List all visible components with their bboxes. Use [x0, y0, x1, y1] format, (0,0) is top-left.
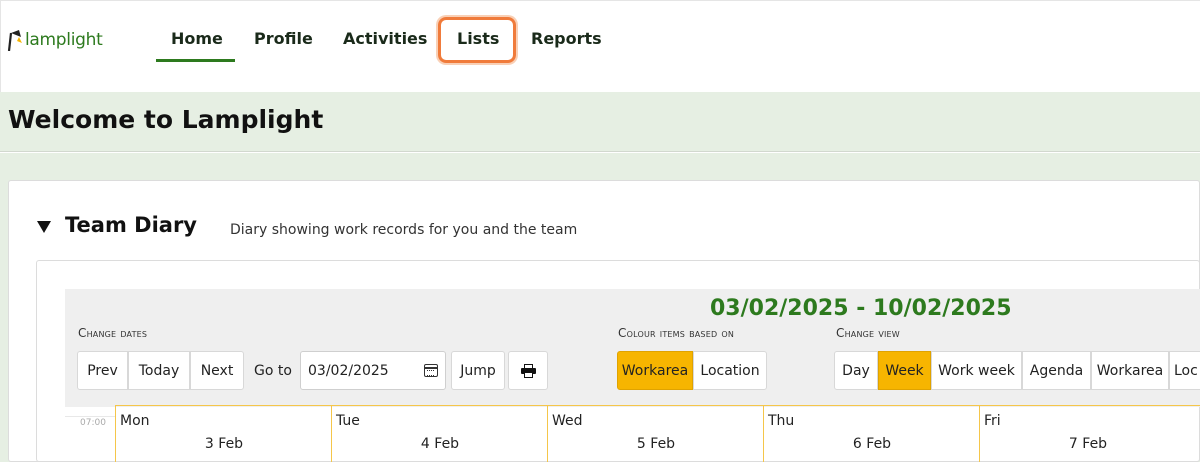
nav-item-profile[interactable]: Profile [254, 29, 313, 48]
lamp-icon [7, 30, 22, 51]
nav-item-activities[interactable]: Activities [343, 29, 427, 48]
diary-subtitle: Diary showing work records for you and t… [230, 222, 578, 238]
colour-by-workarea-button[interactable]: Workarea [617, 351, 693, 390]
today-button[interactable]: Today [128, 351, 190, 390]
view-week-button[interactable]: Week [878, 351, 931, 390]
lamplight-logo[interactable]: lamplight [7, 27, 103, 53]
next-button[interactable]: Next [190, 351, 244, 390]
calendar-icon[interactable] [424, 364, 438, 377]
day-date: 4 Feb [420, 436, 460, 452]
top-bar: lamplight Home Profile Activities Lists … [0, 0, 1200, 92]
collapse-triangle-icon[interactable] [37, 221, 51, 233]
page-title: Welcome to Lamplight [8, 105, 324, 134]
time-gutter-line [65, 416, 115, 417]
jump-button[interactable]: Jump [451, 351, 505, 390]
day-date: 6 Feb [852, 436, 892, 452]
day-column-thu[interactable]: Thu 6 Feb [763, 405, 979, 462]
colour-by-location-button[interactable]: Location [693, 351, 767, 390]
nav-item-home[interactable]: Home [171, 29, 223, 48]
view-work-week-button[interactable]: Work week [931, 351, 1022, 390]
prev-button[interactable]: Prev [77, 351, 128, 390]
day-name: Wed [552, 413, 583, 429]
diary-title: Team Diary [65, 213, 197, 237]
active-nav-underline [156, 59, 235, 62]
date-range: 03/02/2025 - 10/02/2025 [710, 296, 1012, 321]
view-workarea-button[interactable]: Workarea [1091, 351, 1169, 390]
day-date: 7 Feb [1068, 436, 1108, 452]
day-name: Thu [768, 413, 795, 429]
welcome-band: Welcome to Lamplight [0, 92, 1200, 152]
change-view-label: Change view [836, 326, 900, 340]
logo-text: lamplight [25, 30, 103, 50]
goto-label: Go to [254, 363, 292, 379]
day-column-wed[interactable]: Wed 5 Feb [547, 405, 763, 462]
print-button[interactable] [508, 351, 548, 390]
day-name: Tue [336, 413, 360, 429]
day-column-fri[interactable]: Fri 7 Feb [979, 405, 1195, 462]
colour-items-label: Colour items based on [618, 326, 735, 340]
day-column-tue[interactable]: Tue 4 Feb [331, 405, 547, 462]
view-day-button[interactable]: Day [834, 351, 878, 390]
goto-date-input[interactable]: 03/02/2025 [300, 351, 446, 390]
nav-item-lists[interactable]: Lists [457, 29, 499, 48]
day-date: 3 Feb [204, 436, 244, 452]
view-agenda-button[interactable]: Agenda [1022, 351, 1091, 390]
view-location-button[interactable]: Loc [1169, 351, 1200, 390]
nav-item-reports[interactable]: Reports [531, 29, 602, 48]
change-dates-label: Change dates [78, 326, 148, 340]
day-name: Mon [120, 413, 150, 429]
day-column-mon[interactable]: Mon 3 Feb [115, 405, 331, 462]
goto-date-value: 03/02/2025 [308, 362, 389, 379]
day-name: Fri [984, 413, 1001, 429]
printer-icon [520, 363, 536, 378]
day-date: 5 Feb [636, 436, 676, 452]
time-label: 07:00 [80, 418, 106, 428]
